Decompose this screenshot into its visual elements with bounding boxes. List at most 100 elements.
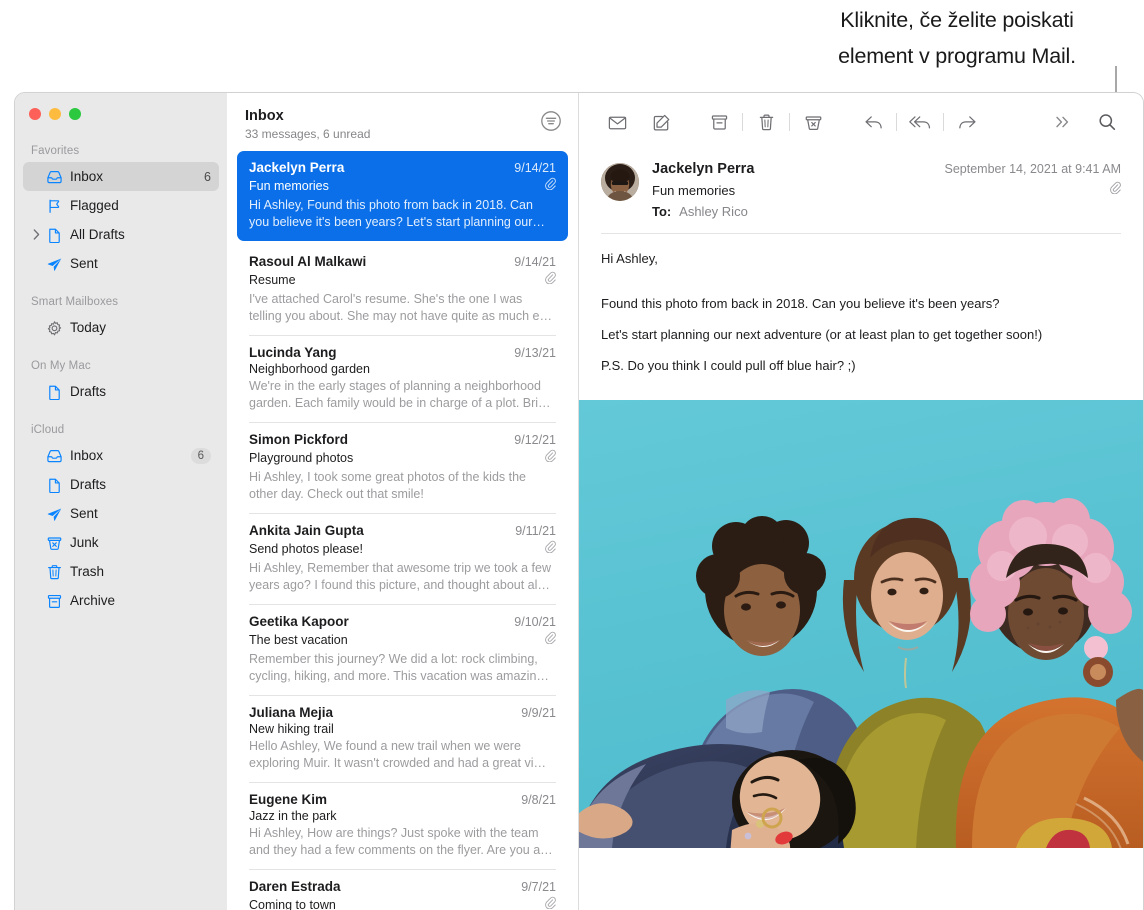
toolbar-divider <box>789 113 790 131</box>
message-list-item[interactable]: Lucinda Yang 9/13/21 Neighborhood garden We… <box>237 336 568 422</box>
minimize-button[interactable] <box>49 108 61 120</box>
close-button[interactable] <box>29 108 41 120</box>
message-list-item[interactable]: Daren Estrada9/7/21Coming to townHey, st… <box>237 870 568 910</box>
sidebar-group-smart-mailboxes: Smart Mailboxes Today <box>15 296 227 342</box>
message-list-item[interactable]: Juliana Mejia9/9/21New hiking trailHello… <box>237 696 568 782</box>
toolbar-divider <box>896 113 897 131</box>
message-subject: Neighborhood garden <box>249 362 370 376</box>
message-subject: Playground photos <box>249 451 353 465</box>
junk-icon[interactable] <box>791 107 835 137</box>
filter-sort-icon[interactable] <box>540 110 562 137</box>
inbox-icon <box>45 447 63 464</box>
message-header: Jackelyn Perra September 14, 2021 at 9:4… <box>579 151 1143 219</box>
message-date: 9/14/21 <box>506 161 556 175</box>
message-date: 9/7/21 <box>513 880 556 894</box>
sidebar-item-label: Drafts <box>70 477 211 492</box>
message-preview: Hi Ashley, I took some great photos of t… <box>249 469 556 503</box>
sidebar-item-sent[interactable]: Sent <box>23 499 219 528</box>
sidebar-section-header: On My Mac <box>15 360 227 377</box>
sender-name: Jackelyn Perra <box>652 161 754 177</box>
reply-icon[interactable] <box>851 107 895 137</box>
message-list-item[interactable]: Simon Pickford 9/12/21 Playground photos Hi… <box>237 423 568 513</box>
toolbar-divider <box>943 113 944 131</box>
message-list-item[interactable]: Geetika Kapoor9/10/21The best vacationRe… <box>237 605 568 695</box>
to-value[interactable]: Ashley Rico <box>679 204 748 219</box>
sidebar-item-flagged[interactable]: Flagged <box>23 191 219 220</box>
sidebar-section-header: Favorites <box>15 145 227 162</box>
message-preview: Hi Ashley, Remember that awesome trip we… <box>249 560 556 594</box>
search-icon[interactable] <box>1085 107 1129 137</box>
get-mail-icon[interactable] <box>595 107 639 137</box>
message-list-header: Inbox 33 messages, 6 unread <box>227 93 578 151</box>
message-sender: Daren Estrada <box>249 879 341 894</box>
document-icon <box>45 383 63 400</box>
attachment-clip-icon <box>544 896 556 910</box>
sidebar-item-label: Inbox <box>70 448 191 463</box>
message-subject: The best vacation <box>249 633 348 647</box>
callout-annotation: Kliknite, če želite poiskati element v p… <box>770 0 1144 72</box>
sidebar-section-header: iCloud <box>15 424 227 441</box>
sidebar-item-label: Sent <box>70 506 211 521</box>
sidebar-item-all-drafts[interactable]: All Drafts <box>23 220 219 249</box>
sidebar-item-drafts[interactable]: Drafts <box>23 470 219 499</box>
message-list-item[interactable]: Eugene Kim9/8/21Jazz in the parkHi Ashle… <box>237 783 568 869</box>
paper-plane-icon <box>45 505 63 522</box>
attachment-clip-icon <box>544 631 556 649</box>
message-preview: I've attached Carol's resume. She's the … <box>249 291 556 325</box>
sidebar-item-drafts[interactable]: Drafts <box>23 377 219 406</box>
message-list-item[interactable]: Jackelyn Perra9/14/21Fun memoriesHi Ashl… <box>237 151 568 241</box>
paper-plane-icon <box>45 255 63 272</box>
toolbar-divider <box>742 113 743 131</box>
sidebar-item-today[interactable]: Today <box>23 313 219 342</box>
message-body: Hi Ashley, Found this photo from back in… <box>579 234 1143 375</box>
compose-icon[interactable] <box>639 107 683 137</box>
flag-icon <box>45 197 63 214</box>
window-traffic-lights <box>15 93 227 120</box>
sidebar-item-trash[interactable]: Trash <box>23 557 219 586</box>
message-sender: Lucinda Yang <box>249 345 337 360</box>
mailbox-title: Inbox <box>245 108 370 124</box>
sidebar-item-inbox[interactable]: Inbox6 <box>23 441 219 470</box>
sidebar-item-inbox[interactable]: Inbox6 <box>23 162 219 191</box>
message-preview: We're in the early stages of planning a … <box>249 378 556 412</box>
message-preview: Hi Ashley, Found this photo from back in… <box>249 197 556 231</box>
sidebar-item-label: Drafts <box>70 384 211 399</box>
message-sender: Geetika Kapoor <box>249 614 349 629</box>
message-date: 9/13/21 <box>506 346 556 360</box>
attachment-clip-icon <box>544 449 556 467</box>
chevron-right-icon[interactable] <box>31 230 41 240</box>
trash-icon[interactable] <box>744 107 788 137</box>
message-subject: Resume <box>249 273 296 287</box>
message-sender: Eugene Kim <box>249 792 327 807</box>
message-list-item[interactable]: Rasoul Al Malkawi9/14/21ResumeI've attac… <box>237 245 568 335</box>
message-timestamp: September 14, 2021 at 9:41 AM <box>944 162 1121 176</box>
mail-window: Favorites Inbox6 Flagged All Drafts Sent… <box>14 92 1144 910</box>
sidebar-item-archive[interactable]: Archive <box>23 586 219 615</box>
message-photo-attachment[interactable] <box>579 400 1143 848</box>
unread-count-badge: 6 <box>204 170 211 184</box>
body-line-1: Hi Ashley, <box>601 250 1121 268</box>
message-sender: Simon Pickford <box>249 432 348 447</box>
callout-line-1: Kliknite, če želite poiskati <box>770 0 1144 36</box>
attachment-clip-icon[interactable] <box>1109 181 1121 199</box>
message-sender: Ankita Jain Gupta <box>249 523 364 538</box>
message-date: 9/12/21 <box>506 433 556 447</box>
message-sender: Juliana Mejia <box>249 705 333 720</box>
archive-icon[interactable] <box>697 107 741 137</box>
mailbox-subtitle: 33 messages, 6 unread <box>245 127 370 141</box>
zoom-button[interactable] <box>69 108 81 120</box>
message-subject: Coming to town <box>249 898 336 910</box>
body-line-4: P.S. Do you think I could pull off blue … <box>601 357 1121 375</box>
message-list-item[interactable]: Ankita Jain Gupta9/11/21Send photos plea… <box>237 514 568 604</box>
body-line-3: Let's start planning our next adventure … <box>601 326 1121 344</box>
more-chevrons-icon[interactable] <box>1041 107 1085 137</box>
callout-line-2: element v programu Mail. <box>770 36 1144 72</box>
recipient-row: To: Ashley Rico <box>652 204 1121 219</box>
reply-all-icon[interactable] <box>898 107 942 137</box>
attachment-clip-icon <box>544 271 556 289</box>
sidebar-item-sent[interactable]: Sent <box>23 249 219 278</box>
forward-icon[interactable] <box>945 107 989 137</box>
archive-icon <box>45 592 63 609</box>
sidebar-item-junk[interactable]: Junk <box>23 528 219 557</box>
inbox-icon <box>45 168 63 185</box>
